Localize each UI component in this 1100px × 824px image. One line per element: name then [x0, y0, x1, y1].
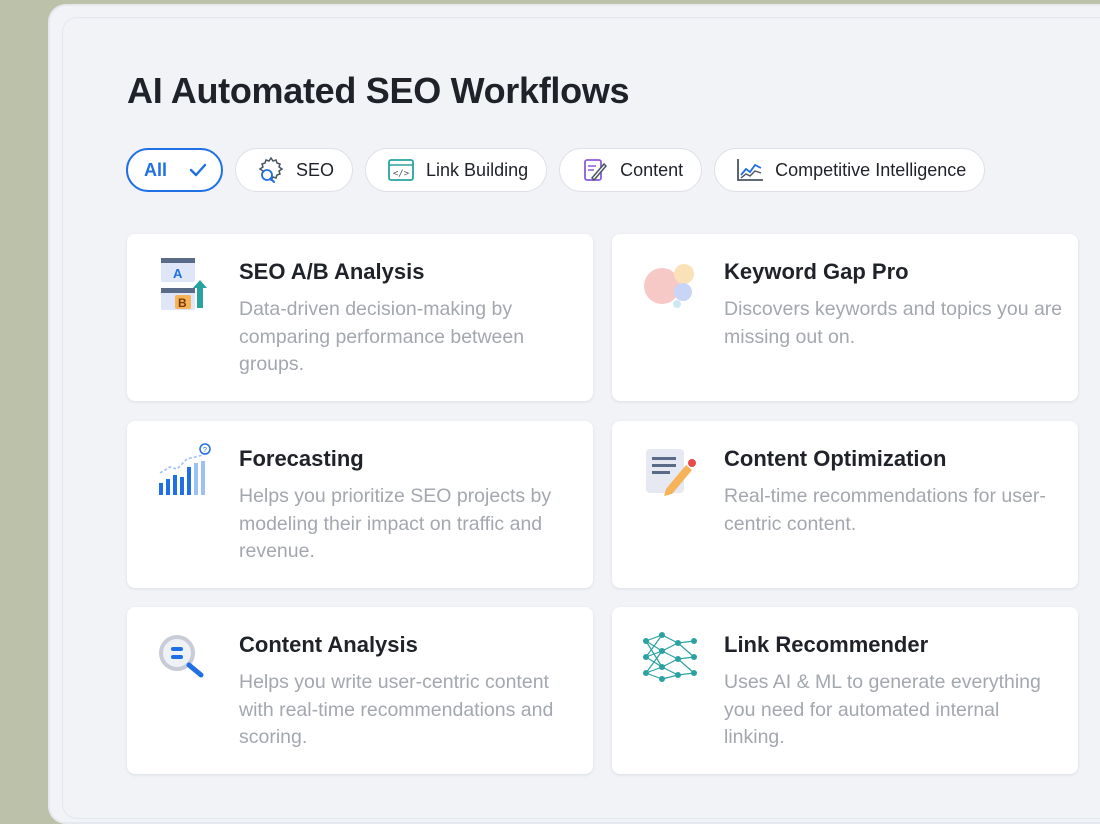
link-building-icon: </>	[386, 155, 416, 185]
card-content-analysis[interactable]: Content Analysis Helps you write user-ce…	[127, 607, 593, 774]
card-description: Helps you prioritize SEO projects by mod…	[239, 485, 552, 562]
card-forecasting[interactable]: ? Forecasting Helps you prioritize SEO p…	[127, 421, 593, 588]
card-title: Keyword Gap Pro	[724, 259, 909, 284]
filter-chip-competitive-intelligence[interactable]: Competitive Intelligence	[714, 148, 986, 192]
svg-text:</>: </>	[393, 169, 410, 179]
keyword-gap-icon	[642, 256, 698, 312]
card-link-recommender[interactable]: Link Recommender Uses AI & ML to generat…	[612, 607, 1078, 774]
card-title: Forecasting	[239, 446, 364, 471]
ab-test-icon: A B	[157, 256, 213, 312]
page-title: AI Automated SEO Workflows	[127, 70, 630, 111]
svg-text:?: ?	[203, 447, 207, 454]
filter-chip-all[interactable]: All	[126, 148, 224, 192]
card-title: SEO A/B Analysis	[239, 259, 425, 284]
filter-chip-content[interactable]: Content	[559, 148, 703, 192]
card-title: Link Recommender	[724, 632, 929, 657]
filter-chip-link-building[interactable]: </> Link Building	[365, 148, 548, 192]
card-seo-ab-analysis[interactable]: A B SEO A/B Analysis Data-driven decisio…	[127, 234, 593, 401]
competitive-chart-icon	[735, 155, 765, 185]
card-content-optimization[interactable]: Content Optimization Real-time recommend…	[612, 421, 1078, 588]
check-icon	[189, 163, 207, 177]
card-title: Content Analysis	[239, 632, 418, 657]
card-keyword-gap-pro[interactable]: Keyword Gap Pro Discovers keywords and t…	[612, 234, 1078, 401]
filter-label: Competitive Intelligence	[775, 159, 967, 180]
svg-text:A: A	[173, 266, 183, 281]
card-description: Helps you write user-centric content wit…	[239, 671, 554, 748]
filter-label: All	[144, 159, 168, 180]
filter-bar: All SEO </> Link Building Content Compet…	[126, 148, 986, 192]
svg-text:B: B	[178, 296, 187, 310]
card-title: Content Optimization	[724, 446, 947, 471]
filter-label: SEO	[296, 159, 335, 180]
magnifier-icon	[157, 629, 213, 685]
content-edit-icon	[580, 155, 610, 185]
forecast-chart-icon: ?	[157, 443, 213, 499]
filter-label: Link Building	[426, 159, 529, 180]
card-description: Uses AI & ML to generate everything you …	[724, 671, 1041, 748]
document-edit-icon	[642, 443, 698, 499]
filter-chip-seo[interactable]: SEO	[235, 148, 354, 192]
card-description: Discovers keywords and topics you are mi…	[724, 298, 1063, 348]
card-description: Real-time recommendations for user-centr…	[724, 485, 1046, 535]
filter-label: Content	[620, 159, 684, 180]
seo-gear-icon	[256, 155, 286, 185]
neural-network-icon	[642, 629, 698, 685]
card-description: Data-driven decision-making by comparing…	[239, 298, 525, 375]
